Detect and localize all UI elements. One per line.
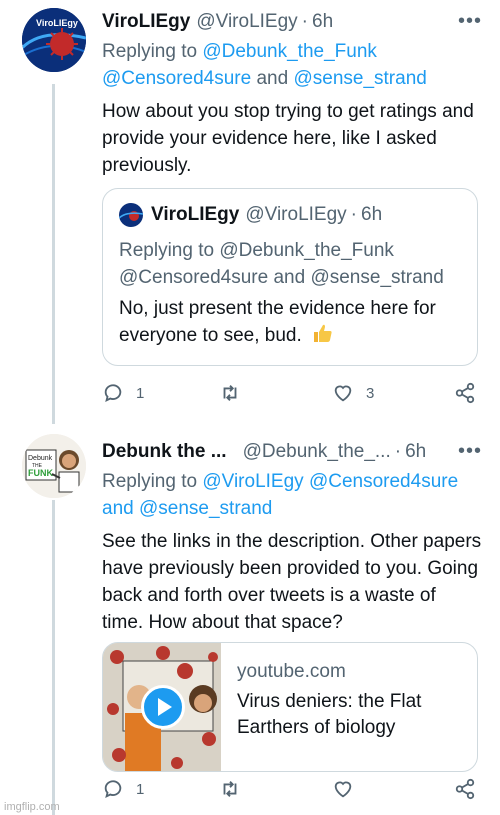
reply-icon — [104, 384, 122, 403]
tweet-text: How about you stop trying to get ratings… — [102, 101, 474, 176]
replying-to: Replying to @ViroLIEgy @Censored4sure an… — [102, 471, 459, 519]
retweet-button[interactable] — [219, 778, 253, 800]
mention-link[interactable]: @sense_strand — [293, 68, 426, 89]
mention-link[interactable]: @Censored4sure — [102, 68, 251, 89]
heart-icon — [334, 385, 352, 402]
reply-button[interactable]: 1 — [102, 382, 144, 404]
card-domain: youtube.com — [237, 661, 346, 682]
author-name[interactable]: Debunk the ... — [102, 440, 227, 464]
virus-avatar-small-icon — [119, 203, 143, 227]
avatar[interactable]: Debunk THE FUNK — [22, 434, 86, 498]
reply-count: 1 — [136, 780, 145, 798]
share-icon — [455, 382, 475, 404]
link-card[interactable]: youtube.com Virus deniers: the Flat Eart… — [102, 642, 478, 772]
replying-to: Replying to @Debunk_the_Funk @Censored4s… — [102, 41, 427, 89]
tweet-viroliegy[interactable]: ViroLIEgy ViroLIEgy @ViroLIEgy · 6h ••• … — [0, 0, 500, 420]
retweet-icon — [223, 385, 237, 401]
quote-timestamp: 6h — [361, 204, 383, 225]
tweet-debunk-the-funk[interactable]: Debunk THE FUNK Debunk the ... @Debunk_t… — [0, 420, 500, 815]
like-count: 3 — [366, 384, 375, 402]
share-button[interactable] — [454, 382, 476, 404]
thumbs-up-icon — [311, 322, 333, 344]
watermark: imgflip.com — [4, 801, 60, 813]
more-options-icon[interactable]: ••• — [458, 10, 482, 33]
mention-link[interactable]: @sense_strand — [139, 498, 272, 519]
quote-text: No, just present the evidence here for e… — [119, 298, 436, 346]
svg-text:ViroLIEgy: ViroLIEgy — [36, 18, 78, 28]
virus-avatar-icon: ViroLIEgy — [22, 8, 86, 72]
play-button[interactable] — [141, 685, 185, 729]
card-title: Virus deniers: the Flat Earthers of biol… — [237, 691, 422, 738]
quote-replying-to: Replying to @Debunk_the_Funk @Censored4s… — [119, 240, 444, 288]
separator-dot: · — [301, 11, 308, 32]
mention-link[interactable]: @Debunk_the_Funk — [202, 41, 377, 62]
debunk-avatar-icon: Debunk THE FUNK — [22, 434, 86, 498]
author-name[interactable]: ViroLIEgy — [102, 10, 190, 34]
share-icon — [455, 778, 475, 800]
more-options-icon[interactable]: ••• — [458, 440, 482, 463]
tweet-actions: 1 — [102, 778, 482, 808]
quoted-tweet[interactable]: ViroLIEgy @ViroLIEgy · 6h Replying to @D… — [102, 188, 478, 366]
retweet-button[interactable] — [219, 382, 253, 404]
reply-button[interactable]: 1 — [102, 778, 144, 800]
video-thumbnail[interactable] — [103, 643, 221, 771]
timestamp[interactable]: 6h — [405, 440, 426, 464]
tweet-text: See the links in the description. Other … — [102, 531, 482, 633]
tweet-actions: 1 3 — [102, 382, 482, 412]
quote-author-handle: @ViroLIEgy — [245, 204, 347, 225]
mention-link[interactable]: @Censored4sure — [309, 471, 458, 492]
reply-count: 1 — [136, 384, 145, 402]
quote-author-name: ViroLIEgy — [151, 204, 240, 225]
heart-icon — [334, 781, 352, 798]
timestamp[interactable]: 6h — [312, 10, 333, 34]
play-icon — [158, 698, 172, 716]
svg-text:FUNK: FUNK — [28, 468, 53, 478]
like-button[interactable] — [332, 778, 366, 800]
author-handle[interactable]: @ViroLIEgy — [196, 10, 297, 34]
avatar[interactable]: ViroLIEgy — [22, 8, 86, 72]
svg-text:Debunk: Debunk — [28, 455, 53, 462]
retweet-icon — [223, 781, 237, 797]
quote-avatar — [119, 203, 143, 227]
like-button[interactable]: 3 — [332, 382, 374, 404]
reply-icon — [104, 780, 122, 799]
share-button[interactable] — [454, 778, 476, 800]
mention-link[interactable]: @ViroLIEgy — [202, 471, 303, 492]
author-handle[interactable]: @Debunk_the_... — [243, 440, 391, 464]
